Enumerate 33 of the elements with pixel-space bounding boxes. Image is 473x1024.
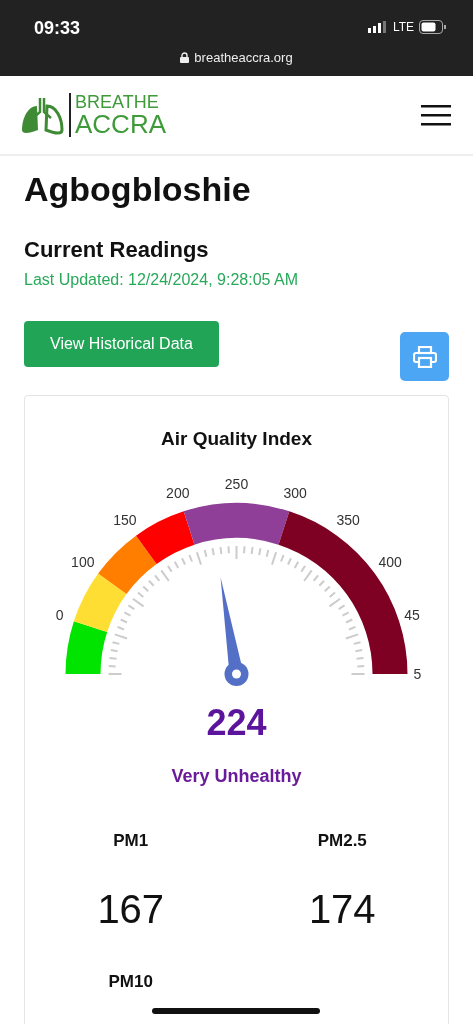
network-label: LTE bbox=[392, 20, 414, 34]
pollutant-value: 174 bbox=[308, 887, 376, 932]
card-title: Air Quality Index bbox=[161, 428, 312, 450]
battery-icon bbox=[419, 20, 447, 34]
gauge-label: 200 bbox=[166, 485, 190, 502]
section-title: Current Readings bbox=[24, 237, 210, 263]
gauge-label: 400 bbox=[378, 554, 402, 571]
gauge-label: 45 bbox=[404, 607, 420, 624]
historical-data-button[interactable]: View Historical Data bbox=[24, 321, 219, 367]
url-text: breatheaccra.org bbox=[194, 50, 293, 65]
pollutant-name: PM2.5 bbox=[317, 831, 367, 851]
gauge-label: 100 bbox=[71, 554, 95, 571]
status-time: 09:33 bbox=[34, 18, 81, 39]
last-updated-text: Last Updated: 12/24/2024, 9:28:05 AM bbox=[24, 271, 299, 289]
gauge-label: 5 bbox=[413, 666, 421, 682]
location-title: Agbogbloshie bbox=[24, 170, 252, 209]
signal-icon bbox=[367, 21, 388, 33]
logo-text: BREATHE bbox=[75, 93, 160, 111]
gauge-label: 350 bbox=[336, 512, 360, 529]
pollutant-name: PM1 bbox=[113, 831, 149, 851]
gauge-label: 150 bbox=[113, 512, 137, 529]
gauge-label: 300 bbox=[283, 485, 307, 502]
menu-icon[interactable] bbox=[421, 104, 451, 126]
gauge-label: 250 bbox=[224, 476, 249, 492]
gauge-label: 0 bbox=[55, 607, 64, 624]
lock-icon bbox=[180, 52, 190, 63]
print-button[interactable] bbox=[400, 332, 449, 381]
aqi-value: 224 bbox=[206, 702, 267, 744]
pollutant-value: 167 bbox=[97, 887, 165, 932]
print-icon bbox=[412, 345, 437, 368]
aqi-category: Very Unhealthy bbox=[171, 766, 302, 787]
logo-text: ACCRA bbox=[75, 111, 166, 137]
pollutant-name: PM10 bbox=[108, 972, 153, 992]
